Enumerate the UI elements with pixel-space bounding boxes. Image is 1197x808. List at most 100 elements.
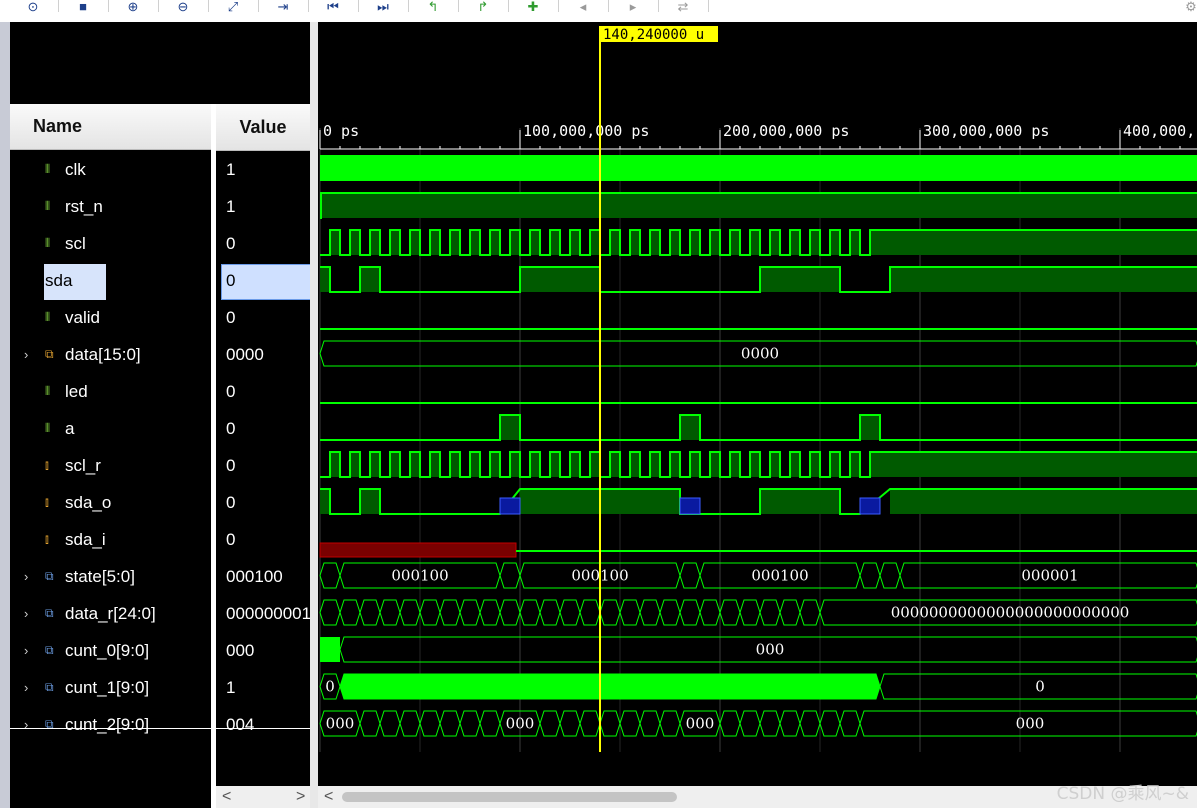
- sda-o-highz: [499, 497, 521, 515]
- signal-name: sda_o: [65, 492, 112, 512]
- signal-value[interactable]: 1: [226, 669, 310, 706]
- signal-value[interactable]: 000100: [226, 558, 310, 595]
- swap-cursors-icon[interactable]: ⇄: [672, 0, 694, 14]
- zoom-fit-icon[interactable]: ⊙: [22, 0, 44, 14]
- zoom-in-icon[interactable]: ⊕: [122, 0, 144, 14]
- signal-row-clk[interactable]: ⫴ clk: [10, 151, 211, 188]
- signal-row-valid[interactable]: ⫴ valid: [10, 299, 211, 336]
- expand-chevron-icon[interactable]: ›: [24, 717, 28, 732]
- cunt-1-bus-wave-label: 0: [1035, 678, 1045, 696]
- state-bus-wave-label: 000100: [391, 567, 448, 585]
- signal-value[interactable]: 004: [226, 706, 310, 743]
- scroll-left-icon[interactable]: <: [324, 786, 333, 808]
- panel-splitter[interactable]: [310, 22, 318, 808]
- signal-row-led[interactable]: ⫴ led: [10, 373, 211, 410]
- next-marker-icon[interactable]: ▸: [622, 0, 644, 14]
- scl-wave-high-fill: [410, 230, 420, 255]
- goto-start-icon[interactable]: ⏮: [322, 0, 344, 14]
- signal-name: data_r[24:0]: [65, 603, 156, 623]
- signal-row-sda-i[interactable]: ⫾ sda_i: [10, 521, 211, 558]
- expand-chevron-icon[interactable]: ›: [24, 680, 28, 695]
- signal-value[interactable]: 0: [226, 373, 310, 410]
- prev-transition-icon[interactable]: ↰: [422, 0, 444, 14]
- column-divider[interactable]: [211, 104, 216, 808]
- scl-wave-high-fill: [670, 230, 680, 255]
- full-view-icon[interactable]: ⤢: [222, 0, 244, 14]
- bit-icon: ⫴: [45, 384, 51, 398]
- data-r-bus-wave-label: 0000000000000000000000000: [891, 604, 1130, 622]
- scl-r-wave-high-fill: [730, 452, 740, 477]
- toolbar-separator: [158, 0, 159, 12]
- waveform-view[interactable]: 0 ps 100,000,000 ps 200,000,000 ps 300,000,…: [318, 22, 1197, 786]
- signal-row-sda-o[interactable]: ⫾ sda_o: [10, 484, 211, 521]
- signal-value[interactable]: 1: [226, 188, 310, 225]
- scl-r-wave-high-fill: [770, 452, 780, 477]
- scroll-right-icon[interactable]: >: [296, 786, 305, 808]
- scl-wave-high-fill: [430, 230, 440, 255]
- signal-value[interactable]: 0000: [226, 336, 310, 373]
- scl-wave-high-fill: [590, 230, 600, 255]
- signal-value[interactable]: 0: [226, 484, 310, 521]
- data-r-bus-wave-segment: [639, 599, 661, 626]
- scl-wave-high-fill: [710, 230, 720, 255]
- add-marker-icon[interactable]: ✚: [522, 0, 544, 14]
- signal-name: clk: [65, 159, 86, 179]
- signal-value[interactable]: 0: [226, 225, 310, 262]
- scl-wave-high-fill: [770, 230, 780, 255]
- value-scrollbar[interactable]: < >: [216, 786, 310, 808]
- signal-name: cunt_0[9:0]: [65, 640, 150, 660]
- data-r-bus-wave-segment: [579, 599, 601, 626]
- cunt-1-bus-wave-label: 0: [325, 678, 335, 696]
- signal-row-data150[interactable]: › ⧉ data[15:0]: [10, 336, 211, 373]
- cunt-2-bus-wave-segment: [419, 710, 441, 737]
- prev-marker-icon[interactable]: ◂: [572, 0, 594, 14]
- cunt-2-bus-wave-segment: [539, 710, 561, 737]
- bus-icon: ⧉: [45, 347, 54, 361]
- value-column-header[interactable]: Value: [216, 104, 310, 151]
- signal-value[interactable]: 1: [226, 151, 310, 188]
- signal-row-cunt-190[interactable]: › ⧉ cunt_1[9:0]: [10, 669, 211, 706]
- signal-value[interactable]: 000000001: [226, 595, 310, 632]
- goto-end-icon[interactable]: ⏭: [372, 0, 394, 14]
- sda-i-unknown: [319, 542, 517, 558]
- next-transition-icon[interactable]: ↱: [472, 0, 494, 14]
- signal-value[interactable]: 000: [226, 632, 310, 669]
- signal-row-cunt-290[interactable]: › ⧉ cunt_2[9:0]: [10, 706, 211, 743]
- scl-r-wave-high-fill: [650, 452, 660, 477]
- scroll-left-icon[interactable]: <: [222, 786, 231, 808]
- cunt-0-bus-wave-label: 000: [756, 641, 785, 659]
- signal-value[interactable]: 0: [226, 521, 310, 558]
- signal-row-state50[interactable]: › ⧉ state[5:0]: [10, 558, 211, 595]
- signal-row-cunt-090[interactable]: › ⧉ cunt_0[9:0]: [10, 632, 211, 669]
- sda-o-highz: [859, 497, 881, 515]
- signal-value[interactable]: 0: [226, 447, 310, 484]
- scl-r-wave-high-fill: [790, 452, 800, 477]
- scl-r-wave-high-fill: [690, 452, 700, 477]
- expand-chevron-icon[interactable]: ›: [24, 347, 28, 362]
- cunt-2-bus-wave-label: 000: [1016, 715, 1045, 733]
- signal-value[interactable]: 0: [226, 262, 310, 299]
- settings-icon[interactable]: ⚙: [1180, 0, 1197, 14]
- goto-cursor-icon[interactable]: ⇥: [272, 0, 294, 14]
- signal-row-rst-n[interactable]: ⫴ rst_n: [10, 188, 211, 225]
- signal-row-sda[interactable]: sda: [10, 262, 211, 299]
- name-column-header[interactable]: Name: [10, 104, 211, 150]
- data-r-bus-wave-segment: [399, 599, 421, 626]
- signal-row-scl-r[interactable]: ⫾ scl_r: [10, 447, 211, 484]
- expand-chevron-icon[interactable]: ›: [24, 569, 28, 584]
- signal-row-a[interactable]: ⫴ a: [10, 410, 211, 447]
- cunt-2-bus-wave-label: 000: [326, 715, 355, 733]
- waveform-canvas[interactable]: 0 ps 100,000,000 ps 200,000,000 ps 300,000,…: [318, 22, 1197, 786]
- signal-value[interactable]: 0: [226, 299, 310, 336]
- signal-row-scl[interactable]: ⫴ scl: [10, 225, 211, 262]
- signal-row-data-r240[interactable]: › ⧉ data_r[24:0]: [10, 595, 211, 632]
- state-bus-wave-label: 000100: [751, 567, 808, 585]
- scroll-thumb[interactable]: [342, 792, 677, 802]
- signal-value[interactable]: 0: [226, 410, 310, 447]
- zoom-out-icon[interactable]: ⊖: [172, 0, 194, 14]
- expand-chevron-icon[interactable]: ›: [24, 643, 28, 658]
- waveform-toolbar: ⊙ ■ ⊕ ⊖ ⤢ ⇥ ⏮ ⏭ ↰ ↱ ✚ ◂ ▸ ⇄ ⚙: [0, 0, 1197, 23]
- save-icon[interactable]: ■: [72, 0, 94, 14]
- data-r-bus-wave-segment: [439, 599, 461, 626]
- expand-chevron-icon[interactable]: ›: [24, 606, 28, 621]
